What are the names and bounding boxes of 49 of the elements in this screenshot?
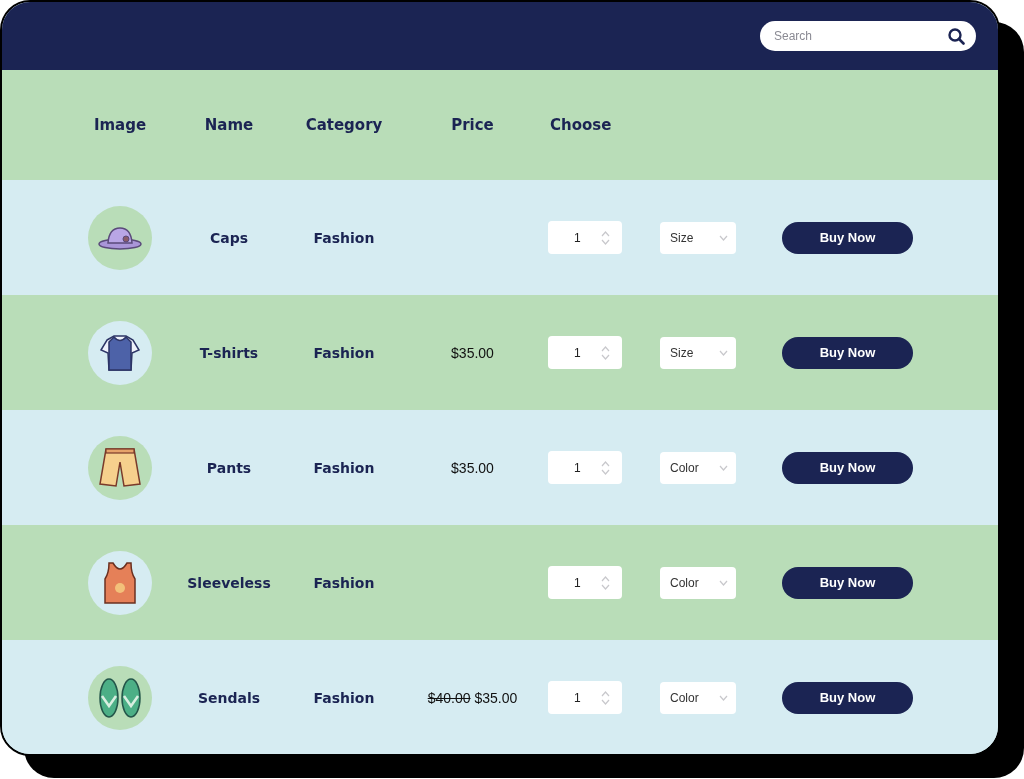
shorts-icon bbox=[98, 445, 142, 490]
hat-icon bbox=[97, 224, 143, 251]
spinner-icon[interactable] bbox=[601, 574, 610, 591]
product-category: Fashion bbox=[313, 344, 375, 361]
option-dropdown[interactable]: Color bbox=[660, 566, 736, 599]
buy-now-button[interactable]: Buy Now bbox=[782, 451, 913, 484]
chevron-down-icon bbox=[719, 464, 728, 471]
chevron-down-icon bbox=[719, 694, 728, 701]
option-dropdown[interactable]: Size bbox=[660, 221, 736, 254]
option-dropdown[interactable]: Color bbox=[660, 681, 736, 714]
product-category: Fashion bbox=[313, 229, 375, 246]
spinner-icon[interactable] bbox=[601, 229, 610, 246]
spinner-icon[interactable] bbox=[601, 344, 610, 361]
quantity-field[interactable]: 1 bbox=[548, 221, 622, 254]
sandals-icon bbox=[97, 675, 143, 720]
product-price: $40.00 $35.00 bbox=[427, 689, 518, 706]
product-name: Sleeveless bbox=[187, 574, 271, 591]
column-header: Choose bbox=[550, 116, 612, 134]
product-category: Fashion bbox=[313, 574, 375, 591]
option-dropdown[interactable]: Color bbox=[660, 451, 736, 484]
search-field[interactable]: Search bbox=[760, 21, 976, 51]
buy-now-button[interactable]: Buy Now bbox=[782, 221, 913, 254]
quantity-field[interactable]: 1 bbox=[548, 566, 622, 599]
product-price: $35.00 bbox=[451, 344, 494, 361]
search-icon[interactable] bbox=[948, 28, 965, 45]
product-name: Sendals bbox=[197, 689, 261, 706]
chevron-down-icon bbox=[719, 349, 728, 356]
product-price: $35.00 bbox=[451, 459, 494, 476]
chevron-down-icon bbox=[719, 579, 728, 586]
buy-now-button[interactable]: Buy Now bbox=[782, 566, 913, 599]
product-name: Caps bbox=[209, 229, 249, 246]
spinner-icon[interactable] bbox=[601, 689, 610, 706]
spinner-icon[interactable] bbox=[601, 459, 610, 476]
product-name: Pants bbox=[206, 459, 252, 476]
column-header: Price bbox=[451, 116, 494, 134]
quantity-field[interactable]: 1 bbox=[548, 336, 622, 369]
product-category: Fashion bbox=[313, 459, 375, 476]
chevron-down-icon bbox=[719, 234, 728, 241]
quantity-field[interactable]: 1 bbox=[548, 681, 622, 714]
product-category: Fashion bbox=[313, 689, 375, 706]
column-header: Category bbox=[305, 116, 383, 134]
column-header: Name bbox=[204, 116, 254, 134]
column-header: Image bbox=[93, 116, 147, 134]
product-name: T-shirts bbox=[199, 344, 259, 361]
quantity-field[interactable]: 1 bbox=[548, 451, 622, 484]
buy-now-button[interactable]: Buy Now bbox=[782, 681, 913, 714]
tank-top-icon bbox=[103, 560, 137, 605]
buy-now-button[interactable]: Buy Now bbox=[782, 336, 913, 369]
option-dropdown[interactable]: Size bbox=[660, 336, 736, 369]
